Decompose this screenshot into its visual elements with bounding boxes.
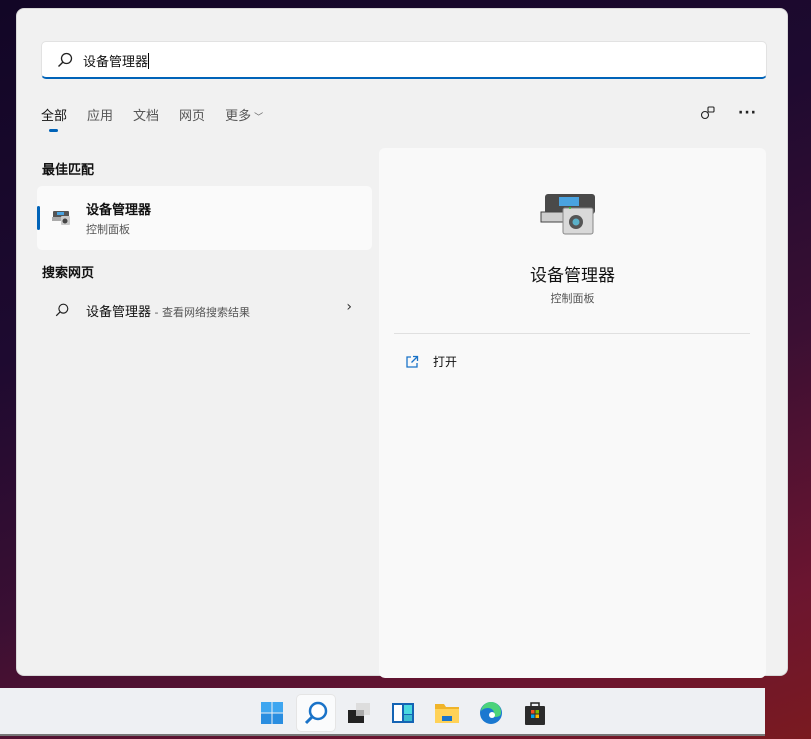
best-match-title: 设备管理器 (86, 203, 152, 218)
web-search-result[interactable]: 设备管理器 - 查看网络搜索结果 › (37, 295, 372, 325)
windows-logo-icon (261, 702, 283, 724)
tab-all[interactable]: 全部 (41, 105, 67, 132)
edge-icon (480, 701, 502, 724)
search-taskbar-button[interactable] (297, 695, 335, 731)
selection-indicator (37, 206, 40, 230)
start-search-panel: 设备管理器 全部 应用 文档 网页 更多 ﹀ ··· 最佳匹配 设备管理器 控制面… (16, 8, 788, 678)
widgets-icon (392, 703, 414, 723)
start-button[interactable] (253, 695, 291, 731)
best-match-subtitle: 控制面板 (86, 223, 130, 236)
store-icon (525, 702, 545, 725)
web-query: 设备管理器 (86, 305, 152, 320)
search-icon (304, 701, 328, 725)
open-label: 打开 (433, 355, 458, 369)
detail-subtitle: 控制面板 (550, 292, 595, 305)
filter-tabs: 全部 应用 文档 网页 更多 ﹀ (41, 105, 283, 132)
task-view-button[interactable] (340, 695, 378, 731)
search-icon (58, 52, 73, 67)
detail-title: 设备管理器 (530, 266, 615, 286)
account-switch-icon[interactable] (700, 105, 716, 121)
tab-more-label: 更多 (225, 109, 252, 124)
tab-documents[interactable]: 文档 (133, 105, 159, 124)
task-view-icon (348, 703, 370, 723)
search-web-heading: 搜索网页 (42, 266, 95, 281)
tab-more[interactable]: 更多 ﹀ (225, 105, 263, 124)
search-value[interactable]: 设备管理器 (83, 51, 149, 70)
open-action[interactable]: 打开 (405, 353, 457, 370)
device-manager-large-icon (540, 194, 595, 235)
file-explorer-button[interactable] (428, 695, 466, 731)
chevron-down-icon: ﹀ (254, 113, 264, 123)
widgets-button[interactable] (384, 695, 422, 731)
open-external-icon (406, 355, 419, 368)
folder-icon (435, 704, 459, 723)
taskbar (0, 688, 765, 736)
web-suffix: - 查看网络搜索结果 (151, 306, 250, 319)
detail-pane: 设备管理器 控制面板 打开 (379, 148, 766, 678)
tab-web[interactable]: 网页 (179, 105, 205, 124)
store-button[interactable] (516, 695, 554, 731)
edge-button[interactable] (472, 695, 510, 731)
best-match-heading: 最佳匹配 (42, 163, 95, 178)
chevron-right-icon[interactable]: › (346, 299, 352, 315)
tab-apps[interactable]: 应用 (87, 105, 113, 124)
more-options-icon[interactable]: ··· (738, 105, 757, 121)
device-manager-icon (52, 211, 70, 225)
best-match-item[interactable]: 设备管理器 控制面板 (37, 186, 372, 250)
search-input[interactable]: 设备管理器 (41, 41, 767, 79)
search-icon (55, 303, 69, 317)
divider (394, 333, 750, 334)
